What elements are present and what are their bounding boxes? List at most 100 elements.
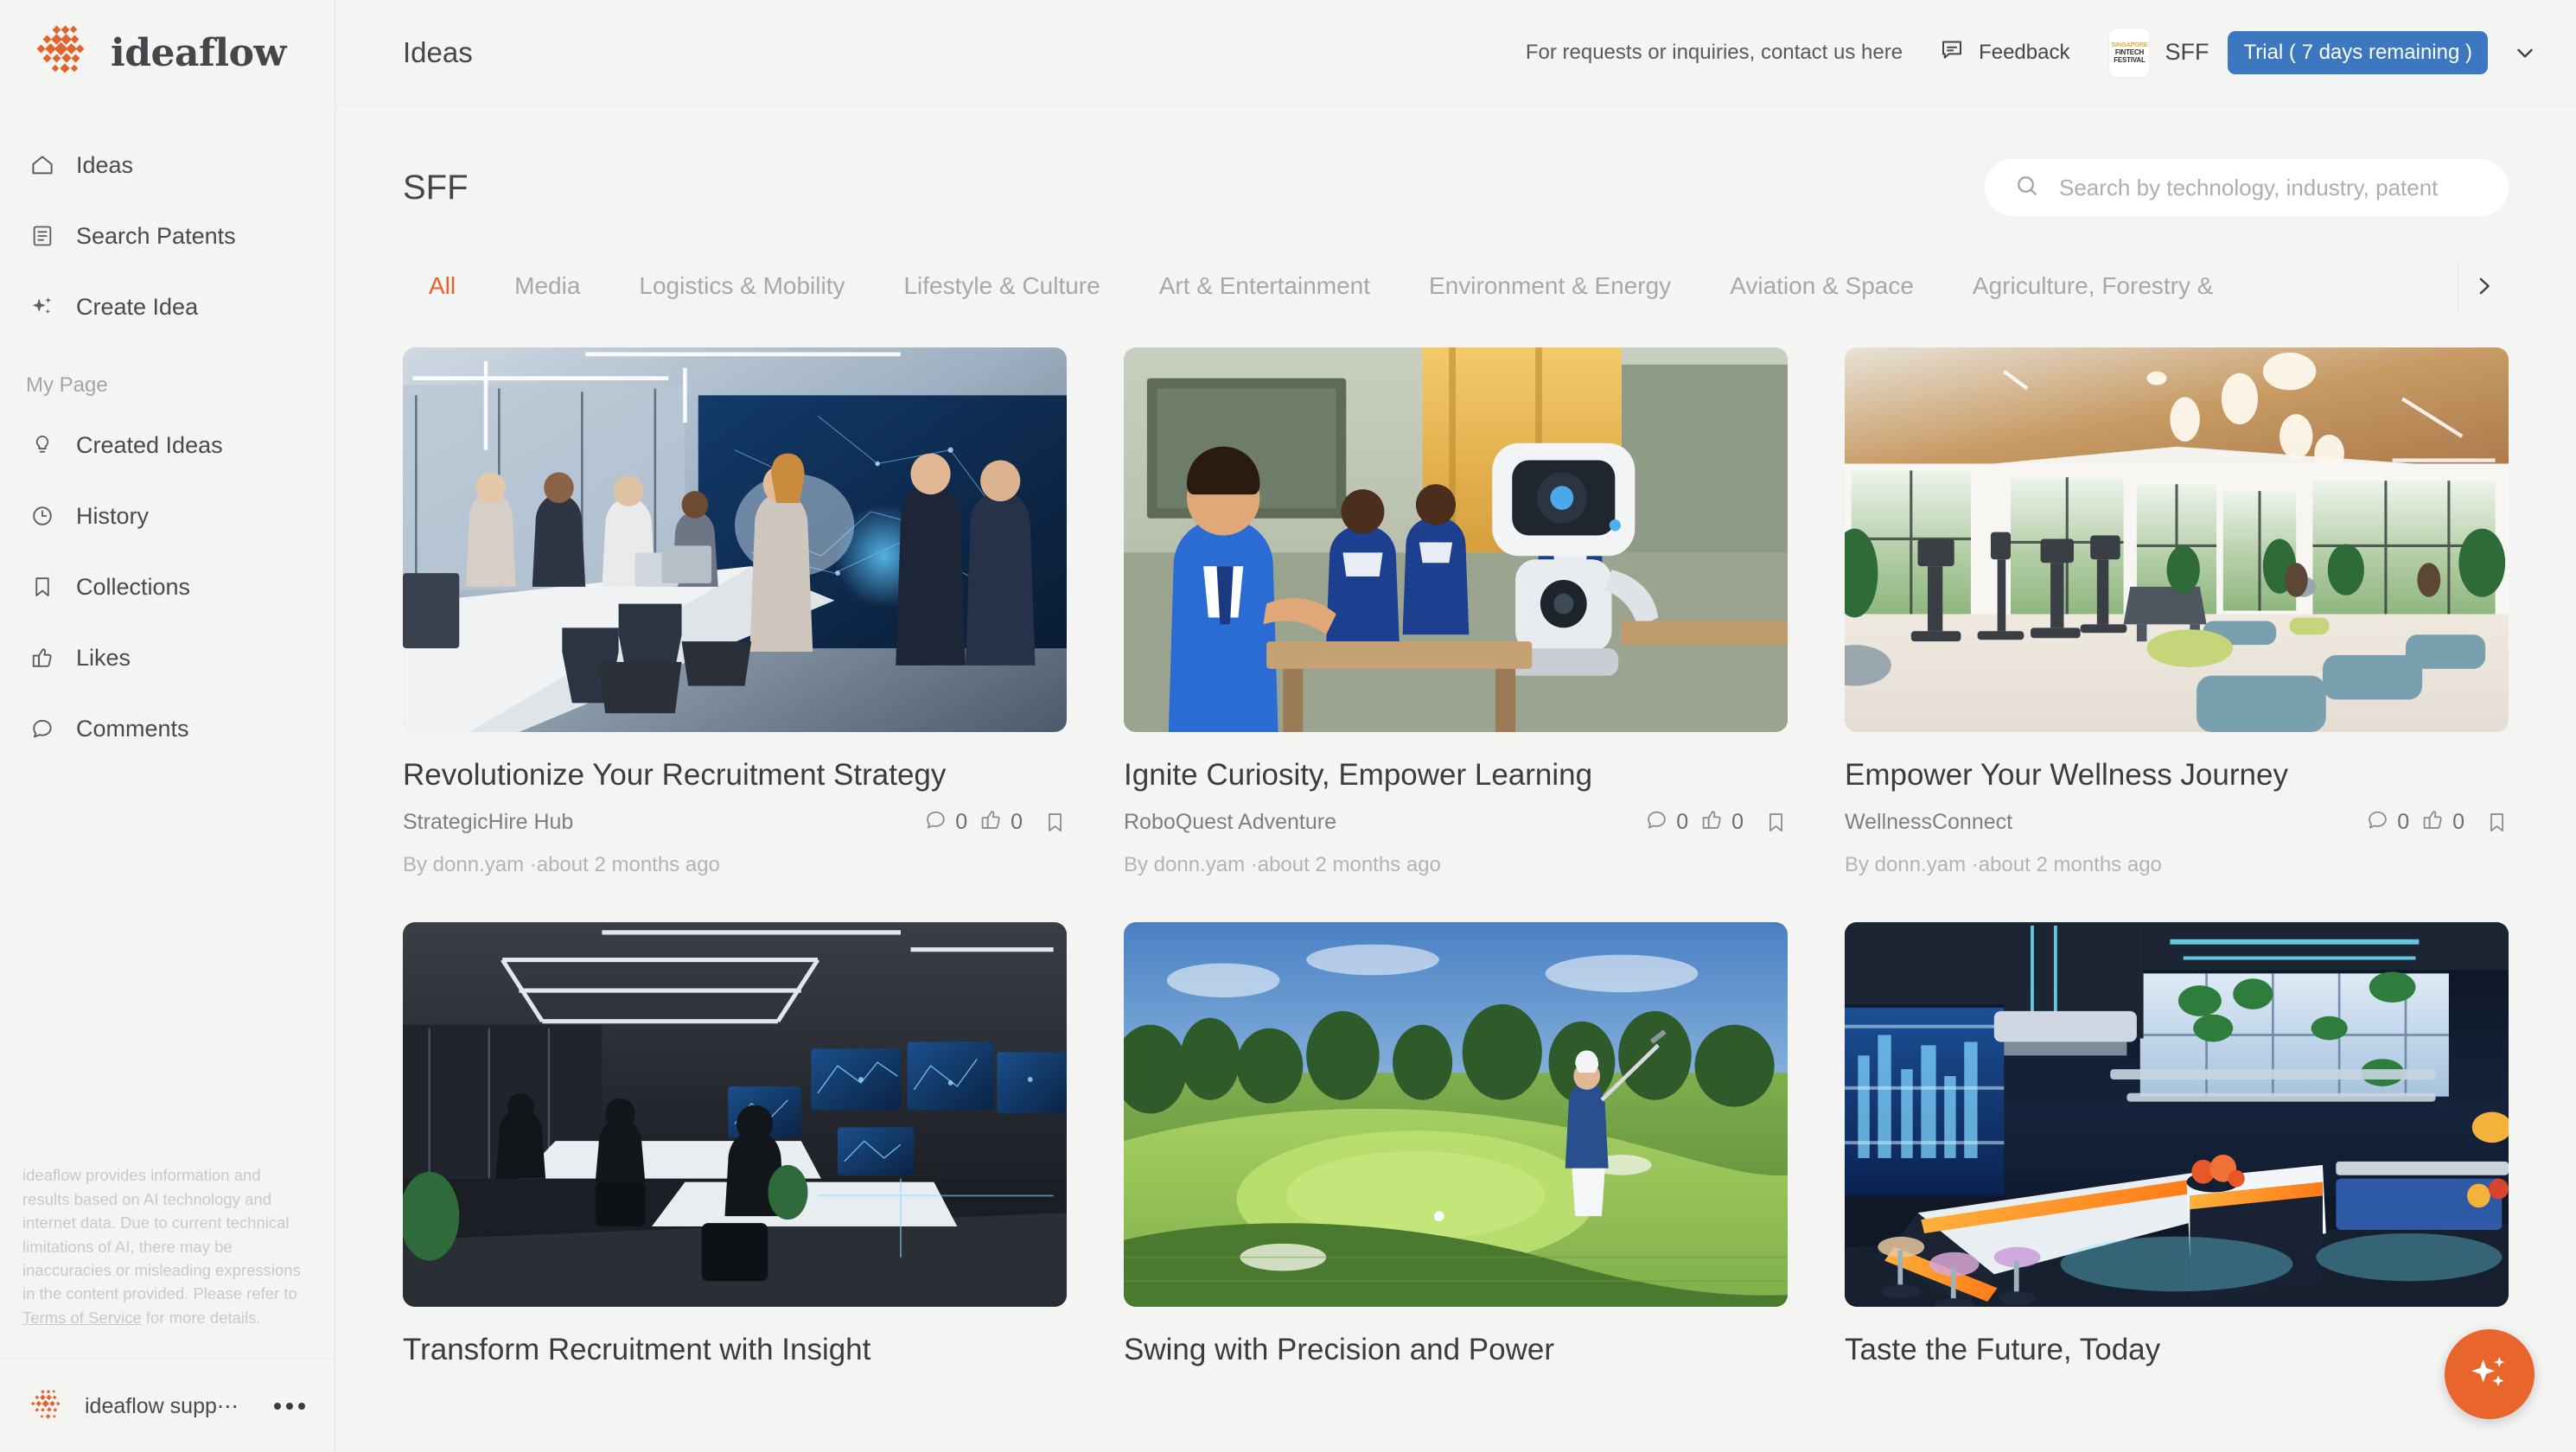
brand-logo[interactable]: ideaflow	[0, 0, 335, 105]
bookmark-icon	[29, 574, 55, 600]
sidebar-item-collections[interactable]: Collections	[0, 551, 335, 622]
idea-card-sub-row: WellnessConnect 0 0	[1845, 808, 2509, 836]
tab-media[interactable]: Media	[485, 272, 609, 300]
search-bar[interactable]	[1985, 159, 2509, 216]
avatar	[30, 1389, 61, 1419]
bright-modern-gym-lounge-image	[1845, 347, 2509, 732]
sidebar-item-ideas[interactable]: Ideas	[0, 130, 335, 201]
tab-art-entertainment[interactable]: Art & Entertainment	[1130, 272, 1400, 300]
idea-card-title: Revolutionize Your Recruitment Strategy	[403, 758, 947, 792]
thumbs-up-icon	[979, 808, 1003, 836]
document-text-icon	[29, 223, 55, 249]
thumbs-up-icon	[1700, 808, 1724, 836]
golf-course-with-player-image	[1124, 922, 1788, 1307]
feedback-button[interactable]: Feedback	[1939, 37, 2069, 67]
idea-card-subtitle: RoboQuest Adventure	[1124, 809, 1336, 834]
idea-card-meta: By donn.yam ·about 2 months ago	[1124, 853, 1441, 876]
thumbs-up-icon	[29, 645, 55, 671]
sidebar-item-search-patents[interactable]: Search Patents	[0, 201, 335, 271]
comment-count[interactable]: 0	[1645, 808, 1688, 836]
content-area: SFF All Media Logistics & Mobility	[335, 105, 2576, 1452]
trial-status-badge[interactable]: Trial ( 7 days remaining )	[2228, 30, 2488, 74]
sidebar-item-likes[interactable]: Likes	[0, 622, 335, 693]
idea-card[interactable]: Swing with Precision and Power	[1124, 922, 1788, 1367]
idea-card[interactable]: Ignite Curiosity, Empower Learning RoboQ…	[1124, 347, 1788, 877]
neon-futuristic-kitchen-image	[1845, 922, 2509, 1307]
sidebar-item-label: Likes	[76, 644, 131, 671]
chevron-right-icon[interactable]	[2458, 273, 2509, 299]
current-user-row[interactable]: ideaflow supp⋯	[0, 1359, 335, 1452]
clock-icon	[29, 503, 55, 529]
sparkles-icon	[29, 294, 55, 320]
tab-logistics-mobility[interactable]: Logistics & Mobility	[609, 272, 874, 300]
app-root: ideaflow Ideas Search Patents Create Ide…	[0, 0, 2576, 1452]
idea-card[interactable]: Taste the Future, Today	[1845, 922, 2509, 1367]
like-count-value: 0	[2452, 809, 2464, 834]
idea-card-image	[1124, 347, 1788, 732]
chevron-down-icon[interactable]	[2512, 40, 2538, 66]
sparkles-icon	[2467, 1350, 2512, 1399]
sidebar: ideaflow Ideas Search Patents Create Ide…	[0, 0, 335, 1452]
top-bar-right: For requests or inquiries, contact us he…	[1526, 28, 2538, 77]
child-with-classroom-robot-image	[1124, 347, 1788, 732]
comment-count[interactable]: 0	[2366, 808, 2409, 836]
idea-card-meta: By donn.yam ·about 2 months ago	[1845, 853, 2162, 876]
tab-lifestyle-culture[interactable]: Lifestyle & Culture	[874, 272, 1129, 300]
sidebar-item-comments[interactable]: Comments	[0, 693, 335, 764]
sidebar-item-create-idea[interactable]: Create Idea	[0, 271, 335, 342]
search-input[interactable]	[2059, 174, 2479, 201]
idea-card-metrics: 0 0	[2366, 808, 2509, 836]
lightbulb-icon	[29, 432, 55, 458]
category-tabs-scroll[interactable]: All Media Logistics & Mobility Lifestyle…	[403, 272, 2458, 300]
content-title: SFF	[403, 168, 469, 207]
comment-bubble-icon	[2366, 808, 2389, 836]
contact-note[interactable]: For requests or inquiries, contact us he…	[1526, 41, 1903, 65]
comment-count[interactable]: 0	[924, 808, 967, 836]
terms-of-service-link[interactable]: Terms of Service	[22, 1309, 142, 1327]
main-area: Ideas For requests or inquiries, contact…	[335, 0, 2576, 1452]
tab-aviation-space[interactable]: Aviation & Space	[1700, 272, 1943, 300]
org-badge-line-1: SINGAPORE	[2111, 41, 2148, 48]
sidebar-item-label: Created Ideas	[76, 431, 223, 458]
idea-card-meta: By donn.yam ·about 2 months ago	[403, 853, 720, 876]
idea-card-image	[403, 922, 1067, 1307]
corporate-office-holographic-display-image	[403, 347, 1067, 732]
like-count[interactable]: 0	[979, 808, 1023, 836]
idea-card-title: Empower Your Wellness Journey	[1845, 758, 2288, 792]
tab-agriculture-forestry[interactable]: Agriculture, Forestry &	[1943, 272, 2243, 300]
brand-name: ideaflow	[111, 30, 286, 75]
disclaimer-text-after: for more details.	[141, 1308, 261, 1327]
idea-card-title: Ignite Curiosity, Empower Learning	[1124, 758, 1593, 792]
disclaimer-text-before: ideaflow provides information and result…	[22, 1166, 301, 1303]
bookmark-icon[interactable]	[2485, 811, 2509, 834]
sidebar-item-created-ideas[interactable]: Created Ideas	[0, 410, 335, 481]
idea-card[interactable]: Revolutionize Your Recruitment Strategy …	[403, 347, 1067, 877]
tab-all[interactable]: All	[403, 272, 485, 300]
idea-card-subtitle: WellnessConnect	[1845, 809, 2013, 834]
like-count[interactable]: 0	[1700, 808, 1744, 836]
idea-card[interactable]: Empower Your Wellness Journey WellnessCo…	[1845, 347, 2509, 877]
sidebar-item-label: Collections	[76, 573, 191, 600]
comment-bubble-icon	[1645, 808, 1668, 836]
bookmark-icon[interactable]	[1043, 811, 1067, 834]
sidebar-item-history[interactable]: History	[0, 481, 335, 551]
category-tabs: All Media Logistics & Mobility Lifestyle…	[403, 263, 2509, 309]
idea-card[interactable]: Transform Recruitment with Insight	[403, 922, 1067, 1367]
idea-card-title: Swing with Precision and Power	[1124, 1333, 1555, 1366]
kebab-menu-icon[interactable]	[274, 1402, 328, 1410]
primary-nav: Ideas Search Patents Create Idea	[0, 105, 335, 342]
idea-card-grid: Revolutionize Your Recruitment Strategy …	[403, 347, 2509, 1367]
create-idea-fab[interactable]	[2445, 1329, 2535, 1419]
sidebar-item-label: Search Patents	[76, 222, 236, 249]
top-bar: Ideas For requests or inquiries, contact…	[335, 0, 2576, 105]
bookmark-icon[interactable]	[1764, 811, 1788, 834]
thumbs-up-icon	[2421, 808, 2445, 836]
idea-card-title: Taste the Future, Today	[1845, 1333, 2161, 1366]
sidebar-footer: ideaflow provides information and result…	[0, 1163, 335, 1452]
tab-environment-energy[interactable]: Environment & Energy	[1400, 272, 1700, 300]
ai-disclaimer: ideaflow provides information and result…	[22, 1163, 312, 1359]
sidebar-item-label: Ideas	[76, 151, 134, 178]
like-count[interactable]: 0	[2421, 808, 2464, 836]
org-badge-line-2: FINTECH	[2114, 48, 2145, 56]
sidebar-item-label: History	[76, 502, 150, 529]
